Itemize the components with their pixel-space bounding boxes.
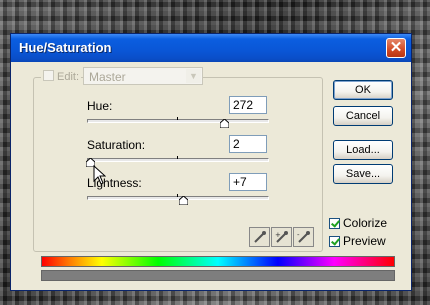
edit-checkbox-icon [43, 70, 54, 81]
chevron-down-icon: ▼ [186, 69, 201, 83]
colorize-checkbox[interactable]: Colorize [329, 216, 387, 230]
saturation-slider-track[interactable] [87, 158, 269, 162]
dialog-title: Hue/Saturation [19, 40, 112, 55]
eyedropper-minus-icon[interactable]: - [293, 227, 314, 247]
preview-check-icon [329, 236, 340, 247]
hue-saturation-dialog: Hue/Saturation ✕ Edit: Master ▼ Hue: 272… [10, 33, 412, 291]
hue-center-tick [177, 117, 178, 120]
title-bar[interactable]: Hue/Saturation ✕ [11, 34, 411, 62]
hue-slider-thumb[interactable] [220, 119, 229, 128]
edit-group-box [33, 77, 323, 252]
eyedropper-icon[interactable] [249, 227, 270, 247]
hue-input[interactable]: 272 [229, 96, 267, 114]
hue-spectrum-bar [41, 256, 395, 267]
save-button[interactable]: Save... [333, 164, 393, 184]
cancel-button[interactable]: Cancel [333, 106, 393, 126]
saturation-center-tick [177, 156, 178, 159]
ok-button[interactable]: OK [333, 80, 393, 100]
load-button[interactable]: Load... [333, 140, 393, 160]
hue-slider-track[interactable] [87, 119, 269, 123]
edit-select-value: Master [89, 70, 126, 84]
eyedropper-plus-icon[interactable]: + [271, 227, 292, 247]
svg-text:+: + [275, 231, 281, 239]
hue-label: Hue: [87, 99, 113, 113]
edit-label: Edit: [41, 70, 82, 83]
svg-text:-: - [297, 231, 300, 239]
result-color-bar [41, 270, 395, 281]
colorize-check-icon [329, 218, 340, 229]
edit-select[interactable]: Master ▼ [83, 67, 203, 85]
preview-checkbox[interactable]: Preview [329, 234, 386, 248]
saturation-input[interactable]: 2 [229, 135, 267, 153]
lightness-slider-track[interactable] [87, 196, 269, 200]
mouse-pointer-icon [93, 165, 106, 185]
lightness-input[interactable]: +7 [229, 173, 267, 191]
close-icon[interactable]: ✕ [386, 38, 406, 58]
lightness-slider-thumb[interactable] [179, 196, 188, 205]
saturation-label: Saturation: [87, 138, 146, 152]
lightness-center-tick [177, 194, 178, 197]
